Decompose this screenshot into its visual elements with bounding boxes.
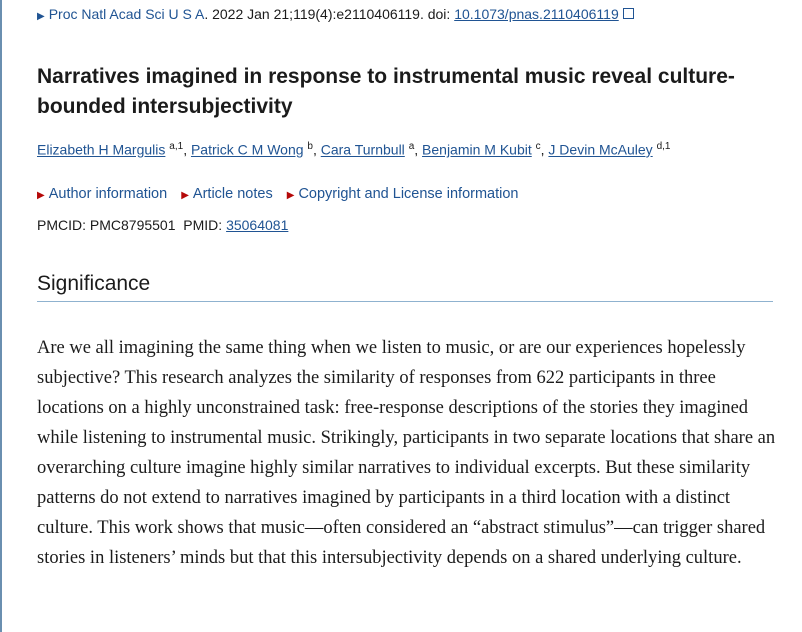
- affiliation-sup[interactable]: d,1: [657, 141, 671, 152]
- pmcid: PMCID: PMC8795501: [37, 217, 176, 233]
- journal-link[interactable]: Proc Natl Acad Sci U S A: [49, 6, 205, 22]
- affiliation-sup[interactable]: a: [409, 141, 415, 152]
- article-notes-toggle[interactable]: ▶ Article notes: [181, 186, 273, 202]
- author-link[interactable]: Elizabeth H Margulis: [37, 142, 165, 158]
- copyright-license-label: Copyright and License information: [298, 186, 519, 202]
- left-border: [0, 0, 2, 632]
- doi-link[interactable]: 10.1073/pnas.2110406119: [454, 6, 619, 22]
- pmid-link[interactable]: 35064081: [226, 217, 288, 233]
- external-link-icon[interactable]: [622, 8, 634, 19]
- expand-triangle-icon: ▶: [37, 190, 45, 201]
- citation-line: ▶ Proc Natl Acad Sci U S A. 2022 Jan 21;1…: [37, 6, 634, 22]
- copyright-license-toggle[interactable]: ▶ Copyright and License information: [287, 186, 519, 202]
- author-list: Elizabeth H Margulis a,1, Patrick C M Wo…: [37, 141, 671, 158]
- pmid-label: PMID:: [183, 217, 227, 233]
- section-divider: [37, 301, 773, 302]
- affiliation-sup[interactable]: b: [307, 141, 313, 152]
- author-link[interactable]: Patrick C M Wong: [191, 142, 304, 158]
- expand-triangle-icon: ▶: [286, 190, 295, 201]
- author-link[interactable]: Benjamin M Kubit: [422, 142, 532, 158]
- affiliation-sup[interactable]: c: [536, 141, 541, 152]
- author-information-toggle[interactable]: ▶ Author information: [37, 186, 167, 202]
- author-link[interactable]: Cara Turnbull: [321, 142, 405, 158]
- affiliation-sup[interactable]: a,1: [169, 141, 183, 152]
- article-notes-label: Article notes: [192, 186, 273, 202]
- significance-text: Are we all imagining the same thing when…: [37, 338, 776, 568]
- expand-triangle-icon: ▶: [181, 190, 189, 201]
- article-info-toggles: ▶ Author information ▶ Article notes ▶ Copy…: [37, 186, 529, 202]
- author-information-label: Author information: [48, 186, 168, 202]
- expand-triangle-icon: ▶: [37, 11, 45, 22]
- article-ids: PMCID: PMC8795501 PMID: 35064081: [37, 217, 288, 233]
- section-heading: Significance: [37, 272, 151, 295]
- citation-details: . 2022 Jan 21;119(4):e2110406119. doi:: [204, 6, 455, 22]
- article-title: Narratives imagined in response to instr…: [37, 65, 735, 118]
- author-link[interactable]: J Devin McAuley: [548, 142, 652, 158]
